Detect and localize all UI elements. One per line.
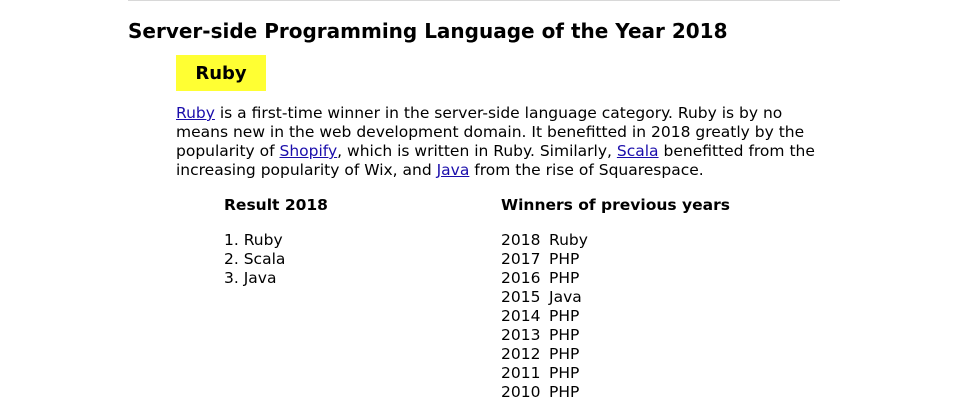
history-year: 2012	[501, 345, 541, 363]
history-language: PHP	[549, 307, 580, 325]
result-item: 3. Java	[224, 269, 277, 287]
history-row: 2015 Java	[501, 288, 781, 307]
history-year: 2017	[501, 250, 541, 268]
history-row: 2017 PHP	[501, 250, 781, 269]
history-year: 2011	[501, 364, 541, 382]
java-link[interactable]: Java	[437, 161, 470, 179]
page-heading: Server-side Programming Language of the …	[128, 19, 728, 43]
history-year: 2016	[501, 269, 541, 287]
history-language: PHP	[549, 364, 580, 382]
result-section: Result 2018 1. Ruby 2. Scala 3. Java	[224, 196, 464, 288]
history-row: 2014 PHP	[501, 307, 781, 326]
history-row: 2012 PHP	[501, 345, 781, 364]
result-list: 1. Ruby 2. Scala 3. Java	[224, 231, 464, 288]
history-list: 2018 Ruby 2017 PHP 2016 PHP 2015 Java 2014 PH…	[501, 231, 781, 402]
history-language: Ruby	[549, 231, 588, 249]
top-divider	[128, 0, 840, 1]
winner-badge: Ruby	[176, 55, 266, 91]
scala-link[interactable]: Scala	[617, 142, 659, 160]
winner-label: Ruby	[195, 62, 247, 84]
history-row: 2018 Ruby	[501, 231, 781, 250]
history-row: 2016 PHP	[501, 269, 781, 288]
description-text-4: from the rise of Squarespace.	[469, 161, 704, 179]
ruby-link[interactable]: Ruby	[176, 104, 215, 122]
history-language: Java	[549, 288, 582, 306]
history-title: Winners of previous years	[501, 196, 730, 214]
history-row: 2010 PHP	[501, 383, 781, 402]
history-language: PHP	[549, 250, 580, 268]
history-year: 2018	[501, 231, 541, 249]
page: Server-side Programming Language of the …	[0, 0, 960, 420]
history-year: 2013	[501, 326, 541, 344]
history-section: Winners of previous years 2018 Ruby 2017 P…	[501, 196, 781, 402]
history-language: PHP	[549, 345, 580, 363]
description-text-2: , which is written in Ruby. Similarly,	[337, 142, 617, 160]
shopify-link[interactable]: Shopify	[280, 142, 338, 160]
history-language: PHP	[549, 326, 580, 344]
history-year: 2015	[501, 288, 541, 306]
result-item: 1. Ruby	[224, 231, 283, 249]
history-row: 2013 PHP	[501, 326, 781, 345]
result-item: 2. Scala	[224, 250, 286, 268]
history-year: 2014	[501, 307, 541, 325]
history-year: 2010	[501, 383, 541, 401]
description-paragraph: Ruby is a first-time winner in the serve…	[176, 104, 836, 180]
history-row: 2011 PHP	[501, 364, 781, 383]
history-language: PHP	[549, 383, 580, 401]
history-language: PHP	[549, 269, 580, 287]
result-title: Result 2018	[224, 196, 328, 214]
